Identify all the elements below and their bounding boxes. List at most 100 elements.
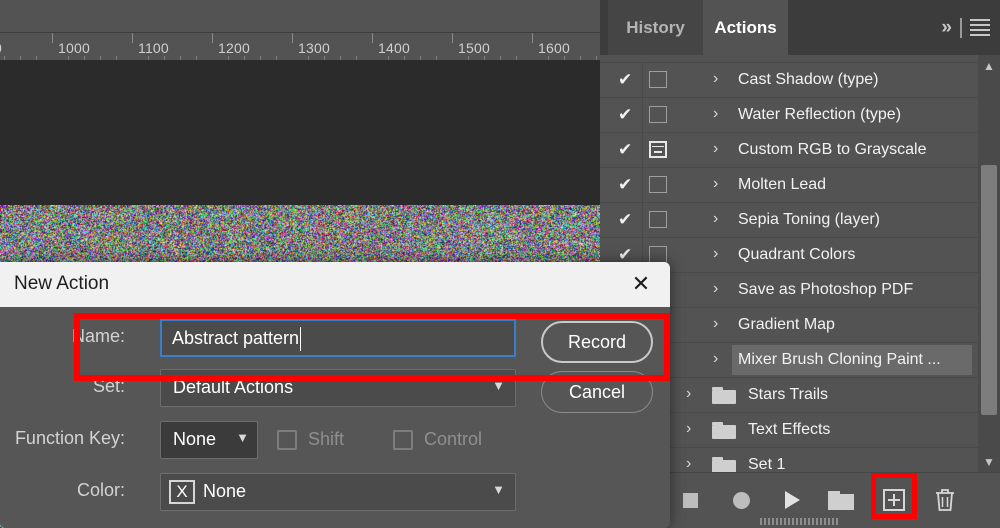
- function-key-value: None: [173, 429, 216, 450]
- list-item[interactable]: ✔ › Custom RGB to Grayscale: [600, 133, 1000, 168]
- shift-checkbox[interactable]: [277, 430, 297, 450]
- panel-header-right: »: [788, 0, 1000, 55]
- header-divider: [960, 18, 962, 38]
- function-key-row: Function Key: None ▼ Shift Control: [0, 417, 670, 463]
- chevron-right-icon[interactable]: ›: [713, 315, 718, 333]
- list-item[interactable]: ✔ › Molten Lead: [600, 168, 1000, 203]
- delete-button[interactable]: [928, 483, 962, 517]
- function-key-label: Function Key:: [0, 428, 125, 449]
- chevron-right-icon[interactable]: ›: [713, 70, 718, 88]
- chevron-down-icon: ▼: [492, 482, 505, 497]
- toggle-dialog-checkbox[interactable]: [649, 246, 667, 263]
- trash-icon: [934, 488, 956, 512]
- list-item[interactable]: [600, 55, 1000, 63]
- no-color-swatch-icon: X: [169, 480, 195, 504]
- new-set-button[interactable]: [824, 483, 858, 517]
- list-item-label: Water Reflection (type): [738, 106, 901, 124]
- chevron-right-icon[interactable]: ›: [713, 105, 718, 123]
- stop-icon: [683, 493, 698, 508]
- scroll-up-icon[interactable]: ▲: [978, 55, 1000, 77]
- toggle-item-checkbox[interactable]: ✔: [618, 177, 634, 193]
- play-button[interactable]: [775, 483, 809, 517]
- toggle-dialog-checkbox[interactable]: [649, 176, 667, 193]
- control-label: Control: [424, 429, 482, 450]
- tab-actions-label: Actions: [714, 18, 776, 38]
- toggle-dialog-checkbox[interactable]: [649, 106, 667, 123]
- folder-icon: [712, 387, 736, 404]
- ruler-label: 1000: [58, 40, 90, 56]
- color-label: Color:: [0, 480, 125, 501]
- ruler-label: 1600: [538, 40, 570, 56]
- list-item-label: Quadrant Colors: [738, 246, 855, 264]
- new-action-dialog: New Action ✕ Name: Abstract pattern Reco…: [0, 262, 670, 528]
- folder-icon: [712, 457, 736, 473]
- actions-scrollbar[interactable]: ▲ ▼: [978, 55, 1000, 473]
- chevron-right-icon[interactable]: ›: [686, 420, 691, 438]
- panel-tab-strip: History Actions »: [600, 0, 1000, 55]
- column-divider: [642, 168, 643, 202]
- chevron-right-icon[interactable]: ›: [713, 175, 718, 193]
- toggle-dialog-checkbox[interactable]: [649, 141, 667, 158]
- chevron-right-icon[interactable]: ›: [713, 140, 718, 158]
- list-item-label: Mixer Brush Cloning Paint ...: [738, 351, 941, 369]
- toggle-dialog-checkbox[interactable]: [649, 71, 667, 88]
- ruler-tick: [292, 33, 293, 43]
- chevron-right-icon[interactable]: ›: [713, 210, 718, 228]
- dialog-title-bar[interactable]: New Action ✕: [0, 262, 670, 307]
- cancel-button-label: Cancel: [569, 382, 625, 403]
- list-item[interactable]: ✔ › Water Reflection (type): [600, 98, 1000, 133]
- ruler-tick: [452, 33, 453, 43]
- tab-actions[interactable]: Actions: [703, 0, 788, 55]
- play-icon: [785, 491, 800, 509]
- tab-history[interactable]: History: [608, 0, 703, 55]
- horizontal-ruler[interactable]: 90010001100120013001400150016001700: [0, 32, 600, 62]
- photoshop-window: 90010001100120013001400150016001700 Hist…: [0, 0, 1000, 528]
- ruler-label: 1300: [298, 40, 330, 56]
- toggle-item-checkbox[interactable]: ✔: [618, 247, 634, 263]
- chevron-right-icon[interactable]: ›: [713, 350, 718, 368]
- folder-icon: [828, 491, 854, 510]
- scroll-down-icon[interactable]: ▼: [978, 451, 1000, 473]
- ruler-label: 900: [0, 40, 2, 56]
- color-row: Color: X None ▼: [0, 469, 670, 515]
- list-item-label: Sepia Toning (layer): [738, 211, 880, 229]
- list-item-label: Save as Photoshop PDF: [738, 281, 913, 299]
- control-checkbox[interactable]: [393, 430, 413, 450]
- toggle-item-checkbox[interactable]: ✔: [618, 107, 634, 123]
- ruler-tick: [132, 33, 133, 43]
- chevron-right-icon[interactable]: ›: [713, 245, 718, 263]
- toggle-item-checkbox[interactable]: ✔: [618, 72, 634, 88]
- ruler-label: 1400: [378, 40, 410, 56]
- column-divider: [642, 98, 643, 132]
- collapse-panels-icon[interactable]: »: [941, 18, 950, 37]
- ruler-tick: [212, 33, 213, 43]
- column-divider: [642, 203, 643, 237]
- list-item-label: Molten Lead: [738, 176, 826, 194]
- chevron-right-icon[interactable]: ›: [686, 385, 691, 403]
- panel-resize-grip[interactable]: [760, 518, 840, 525]
- toggle-item-checkbox[interactable]: ✔: [618, 212, 634, 228]
- panel-menu-icon[interactable]: [970, 19, 990, 35]
- list-item-label: Cast Shadow (type): [738, 71, 879, 89]
- chevron-right-icon[interactable]: ›: [713, 280, 718, 298]
- list-item[interactable]: ✔ › Cast Shadow (type): [600, 63, 1000, 98]
- list-item[interactable]: ✔ › Sepia Toning (layer): [600, 203, 1000, 238]
- toggle-dialog-checkbox[interactable]: [649, 211, 667, 228]
- chevron-right-icon[interactable]: ›: [686, 455, 691, 473]
- ruler-tick: [532, 33, 533, 43]
- color-select-value: None: [203, 481, 246, 502]
- scrollbar-thumb[interactable]: [981, 165, 997, 415]
- close-icon[interactable]: ✕: [628, 271, 654, 297]
- list-item-label: Stars Trails: [748, 386, 828, 404]
- name-field-highlight: [74, 313, 670, 381]
- record-button[interactable]: [724, 483, 758, 517]
- stop-button[interactable]: [673, 483, 707, 517]
- list-item-label: Gradient Map: [738, 316, 835, 334]
- toggle-item-checkbox[interactable]: ✔: [618, 142, 634, 158]
- folder-icon: [712, 422, 736, 439]
- chevron-down-icon: ▼: [236, 430, 249, 445]
- function-key-select[interactable]: None ▼: [160, 421, 258, 459]
- tab-history-label: History: [626, 18, 685, 38]
- dialog-title: New Action: [14, 273, 109, 295]
- color-select[interactable]: X None ▼: [160, 473, 516, 511]
